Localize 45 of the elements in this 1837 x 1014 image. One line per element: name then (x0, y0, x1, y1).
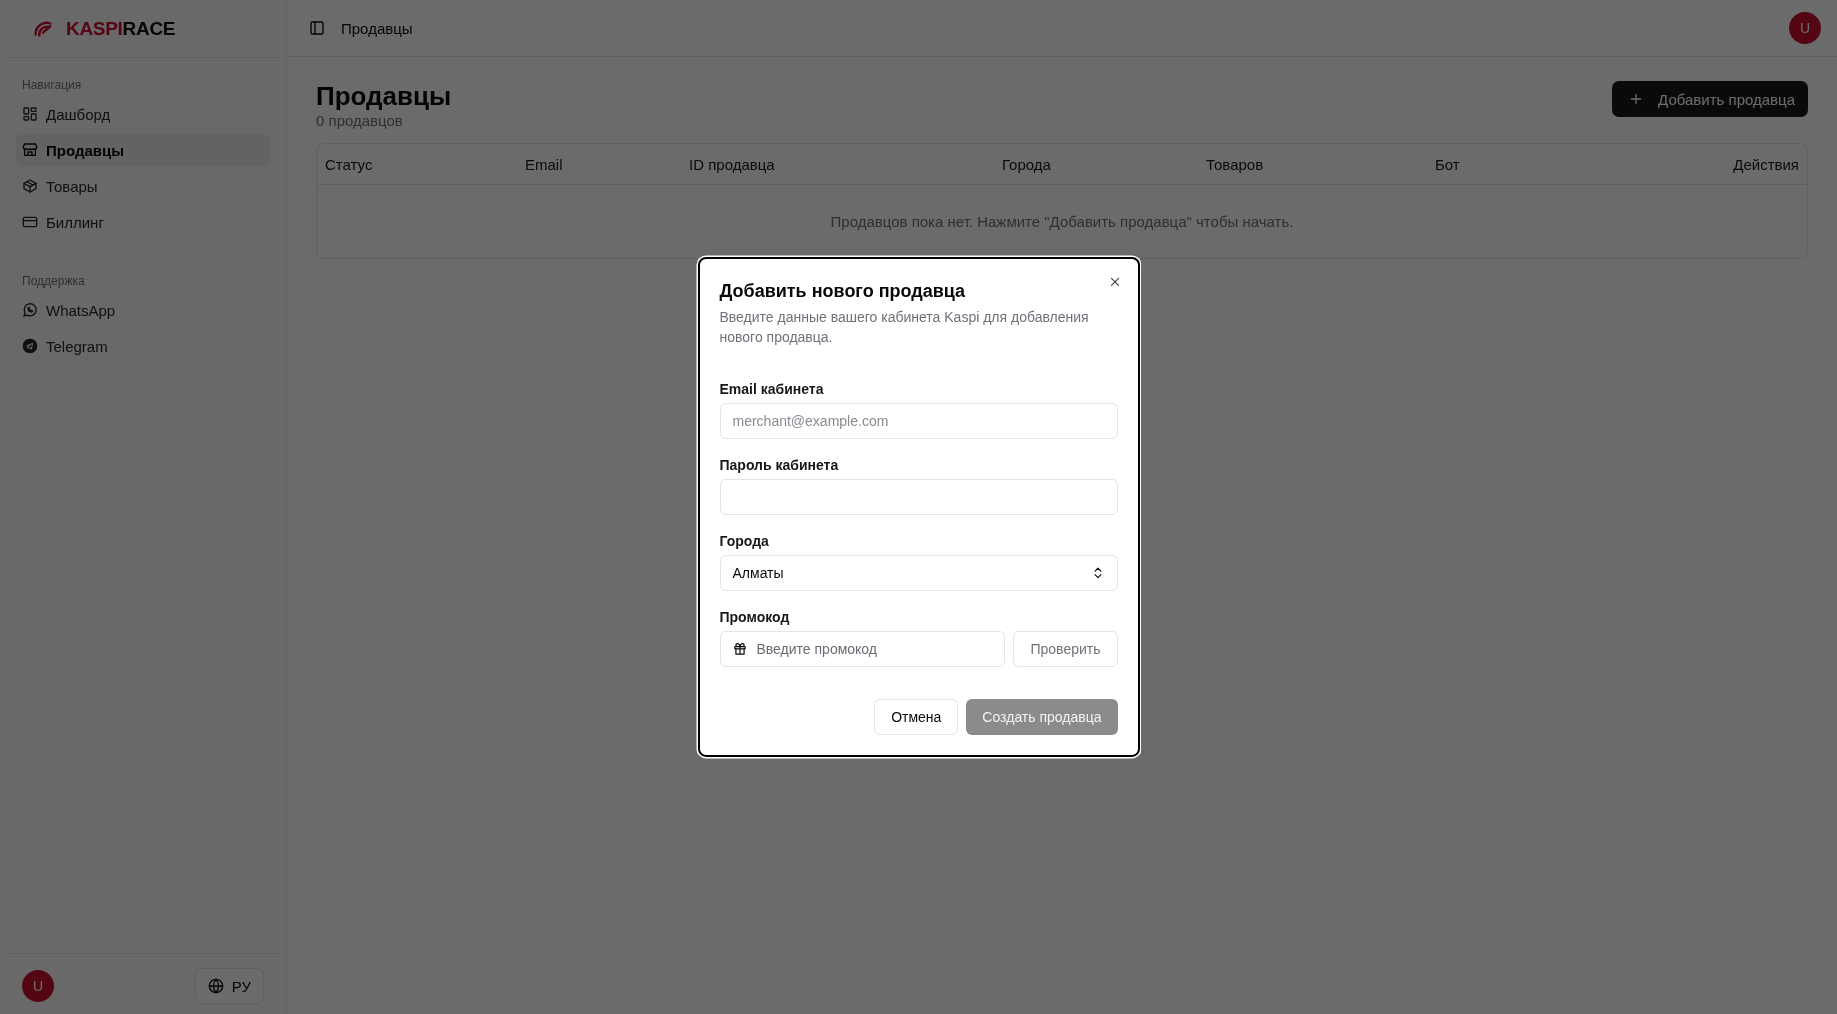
sidebar-item[interactable]: Продавцы (16, 134, 270, 166)
sidebar-item[interactable]: WhatsApp (16, 294, 270, 326)
column-header: Email (525, 155, 564, 173)
user-avatar[interactable]: U (1789, 12, 1821, 44)
sidebar-section-title: Навигация (22, 78, 83, 92)
language-button[interactable]: РУ (194, 968, 264, 1004)
password-input[interactable] (719, 479, 1118, 516)
telegram-icon (22, 338, 38, 354)
column-header: Города (1002, 155, 1052, 173)
package-icon (22, 178, 38, 194)
check-promo-button[interactable]: Проверить (1013, 631, 1118, 668)
gift-icon (732, 642, 747, 657)
column-header: Статус (325, 155, 374, 173)
dialog-description: Введите данные вашего кабинета Kaspi для добавления нового продавца. (719, 307, 1090, 347)
user-avatar[interactable]: U (22, 970, 54, 1002)
empty-table-message: Продавцов пока нет. Нажмите "Добавить продавца" чтобы начать. (830, 213, 1294, 231)
column-header: ID продавца (689, 155, 776, 173)
add-seller-button[interactable]: Добавить продавца (1612, 81, 1808, 117)
dashboard-icon (22, 106, 38, 122)
promo-code-input[interactable]: Введите промокод (719, 631, 1006, 668)
credit-card-icon (22, 214, 38, 230)
dialog-title: Добавить нового продавца (719, 280, 967, 302)
sidebar-item[interactable]: Биллинг (16, 206, 270, 238)
page-title: Продавцы (316, 81, 452, 113)
store-icon (22, 142, 38, 158)
globe-icon (207, 978, 224, 994)
field-label: Города (719, 533, 770, 550)
sidebar-section-title: Поддержка (22, 274, 86, 288)
sidebar-item[interactable]: Дашборд (16, 98, 270, 130)
column-header: Товаров (1206, 155, 1265, 173)
column-header: Действия (1733, 155, 1799, 173)
city-select[interactable]: Алматы (719, 555, 1118, 592)
sidebar-item[interactable]: Telegram (16, 330, 270, 362)
column-header: Бот (1435, 155, 1461, 173)
cancel-button[interactable]: Отмена (874, 699, 959, 736)
whatsapp-icon (22, 302, 38, 318)
sidebar-item[interactable]: Товары (16, 170, 270, 202)
app-logo: KASPIRACE (66, 17, 176, 40)
field-label: Промокод (719, 609, 791, 626)
field-label: Пароль кабинета (719, 457, 840, 474)
email-input[interactable]: merchant@example.com (719, 403, 1118, 440)
field-label: Email кабинета (719, 381, 825, 398)
seller-count: 0 продавцов (316, 112, 404, 130)
breadcrumb: Продавцы (341, 19, 414, 37)
sidebar-toggle-icon (309, 20, 325, 36)
